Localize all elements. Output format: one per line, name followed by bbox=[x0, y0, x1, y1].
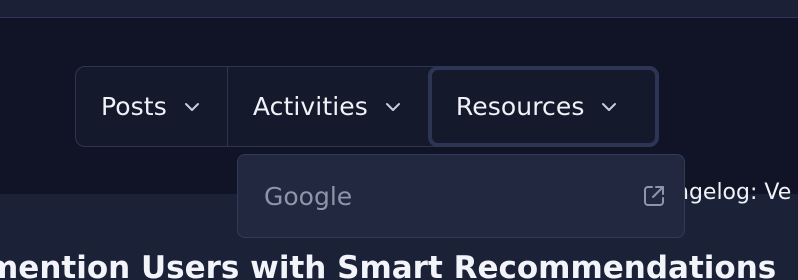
nav-item-posts[interactable]: Posts bbox=[76, 67, 227, 146]
resources-dropdown-item-google[interactable]: Google bbox=[237, 154, 685, 238]
external-link-icon bbox=[644, 186, 664, 206]
nav-item-activities[interactable]: Activities bbox=[226, 67, 428, 146]
top-bar bbox=[0, 0, 798, 18]
nav-item-label: Posts bbox=[101, 92, 167, 121]
nav-item-resources[interactable]: Resources bbox=[427, 66, 660, 147]
changelog-banner[interactable]: ngelog: Ve bbox=[675, 180, 791, 205]
chevron-down-icon bbox=[385, 102, 400, 111]
nav-item-label: Activities bbox=[252, 92, 368, 121]
post-headline[interactable]: mention Users with Smart Recommendations bbox=[0, 250, 776, 280]
dropdown-item-label: Google bbox=[264, 181, 353, 211]
page: ngelog: Ve mention Users with Smart Reco… bbox=[0, 0, 798, 280]
chevron-down-icon bbox=[184, 102, 199, 111]
main-nav: Posts Activities Resources bbox=[75, 66, 660, 147]
chevron-down-icon bbox=[602, 102, 617, 111]
nav-item-label: Resources bbox=[455, 92, 585, 121]
